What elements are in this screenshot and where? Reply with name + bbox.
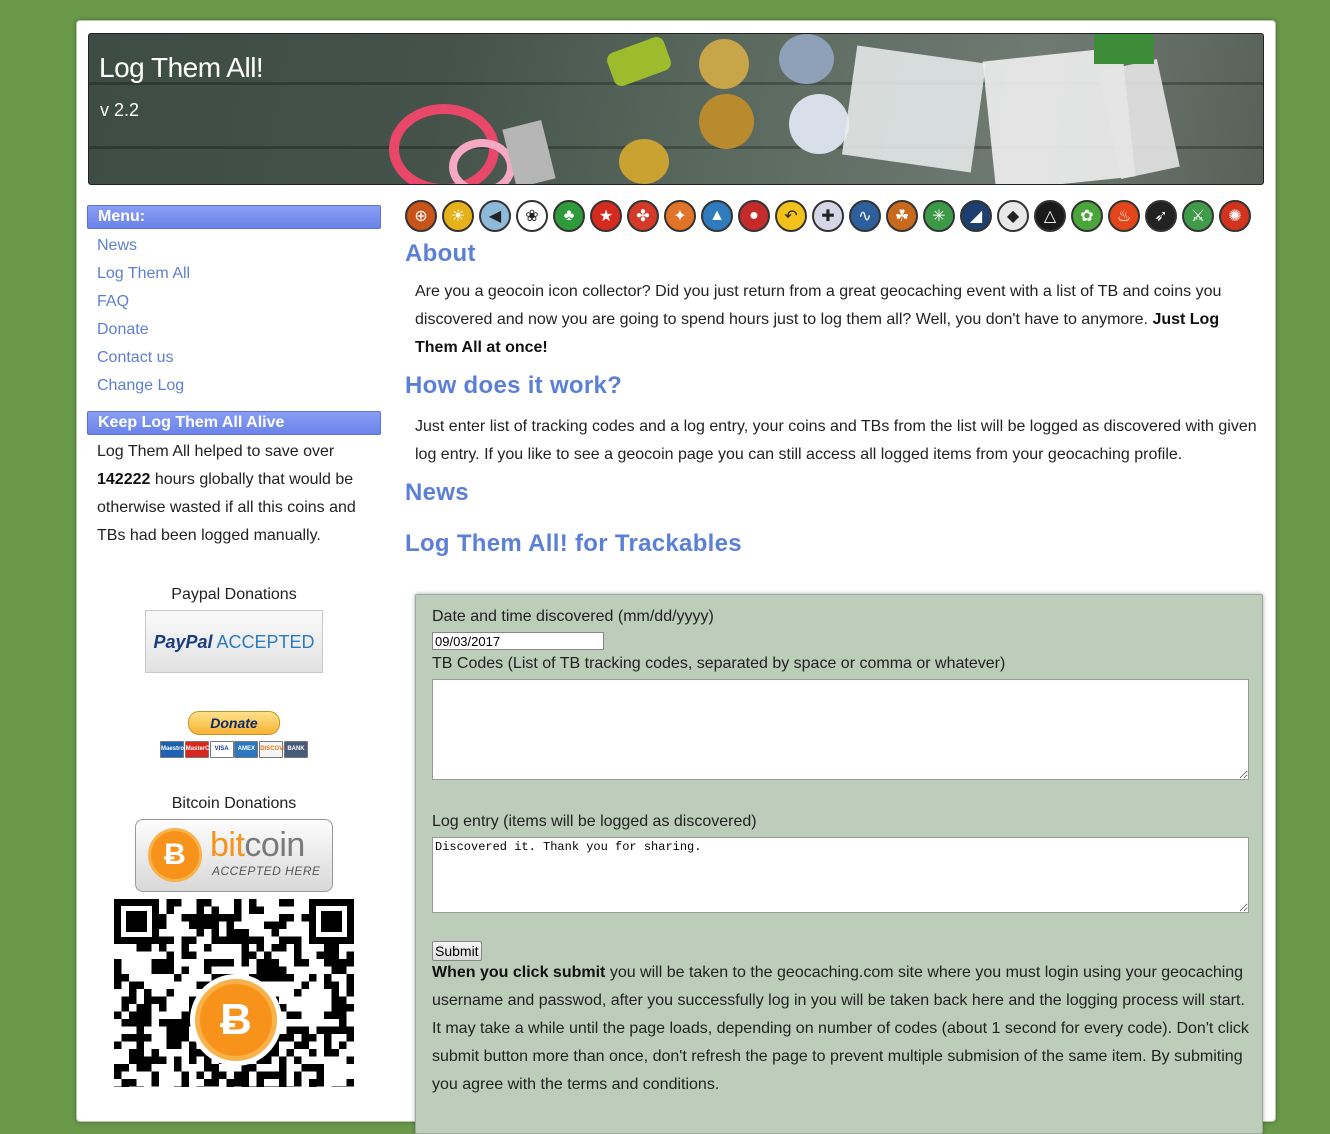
keep-alive-heading: Keep Log Them All Alive — [87, 411, 381, 435]
bitcoin-section: Bitcoin Donations Ƀ bitcoin ACCEPTED HER… — [87, 795, 381, 1087]
discover-card-icon: DISCOVER — [259, 741, 292, 758]
mushroom-icon: ● — [738, 200, 770, 232]
date-label: Date and time discovered (mm/dd/yyyy) — [432, 608, 714, 625]
sunflower-icon: ☀ — [442, 200, 474, 232]
shamrock-icon: ♣ — [553, 200, 585, 232]
crosshair-icon: ⊕ — [405, 200, 437, 232]
banner-coin-image — [699, 39, 749, 89]
road-sign-icon: ↶ — [775, 200, 807, 232]
paypal-donate-button[interactable]: Donate — [188, 711, 280, 735]
palm-icon: ✳ — [923, 200, 955, 232]
rocket-icon: ➶ — [1145, 200, 1177, 232]
wave-icon: ∿ — [849, 200, 881, 232]
amex-card-icon: AMEX — [234, 741, 259, 758]
maestro-card-icon: Maestro — [160, 741, 184, 758]
slovakia-shield-icon: ✚ — [812, 200, 844, 232]
prism-icon: △ — [1034, 200, 1066, 232]
menu-item-contact-us[interactable]: Contact us — [87, 344, 381, 372]
visa-card-icon: VISA — [209, 741, 234, 758]
about-heading: About — [405, 240, 476, 267]
log-entry-label: Log entry (items will be logged as disco… — [432, 813, 757, 830]
header-banner: Log Them All! v 2.2 — [88, 33, 1264, 185]
dragon-icon: ⚔ — [1182, 200, 1214, 232]
orca-icon: ◢ — [960, 200, 992, 232]
bitcoin-wordmark: bitcoin — [210, 826, 305, 865]
paypal-badge-accepted: ACCEPTED — [216, 632, 315, 652]
triskele-icon: ✺ — [1219, 200, 1251, 232]
sidebar-menu: News Log Them All FAQ Donate Contact us … — [87, 232, 381, 400]
log-entry-textarea[interactable]: Discovered it. Thank you for sharing. — [432, 837, 1249, 913]
qr-bitcoin-symbol-icon: Ƀ — [195, 979, 277, 1061]
mastercard-card-icon: MasterCard — [184, 741, 219, 758]
submit-note-text: you will be taken to the geocaching.com … — [432, 964, 1249, 1093]
blue-arrow-icon: ◀ — [479, 200, 511, 232]
compass-star-icon: ✦ — [664, 200, 696, 232]
paypal-donations-label: Paypal Donations — [171, 586, 297, 603]
paypal-badge-brand: PayPal — [153, 632, 213, 652]
submit-note-bold: When you click submit — [432, 964, 606, 981]
bitcoin-logo-icon: Ƀ — [148, 828, 202, 882]
site-version: v 2.2 — [100, 100, 140, 120]
banner-card-image — [1094, 34, 1154, 64]
menu-item-log-them-all[interactable]: Log Them All — [87, 260, 381, 288]
hiker-icon: ▲ — [701, 200, 733, 232]
bitcoin-word-bit: bit — [210, 826, 245, 864]
banner-coin-image — [699, 94, 754, 149]
banner-coin-image — [619, 139, 669, 184]
bitcoin-qr-code: Ƀ — [114, 899, 354, 1087]
bank-card-icon: BANK — [283, 741, 308, 758]
how-it-works-heading: How does it work? — [405, 372, 623, 399]
keep-alive-text-1: Log Them All helped to save over — [97, 443, 335, 460]
bitcoin-word-coin: coin — [244, 826, 305, 864]
geocoin-icon-strip: ⊕ ☀ ◀ ❀ ♣ ★ ✤ ✦ ▲ ● ↶ ✚ ∿ ☘ ✳ ◢ ◆ △ ✿ ♨ ➶ ⚔ ✺ — [405, 196, 1265, 236]
date-input[interactable] — [432, 632, 604, 650]
paypal-section: Paypal Donations PayPal ACCEPTED Donate … — [87, 586, 381, 758]
tb-codes-textarea[interactable] — [432, 679, 1249, 780]
sidebar: Menu: News Log Them All FAQ Donate Conta… — [87, 205, 381, 1087]
flame-icon: ♨ — [1108, 200, 1140, 232]
submit-button[interactable]: Submit — [432, 941, 482, 961]
banner-toy-car-image — [604, 34, 674, 89]
keep-alive-text: Log Them All helped to save over 142222 … — [87, 438, 381, 550]
saved-hours-count: 142222 — [97, 471, 151, 488]
page-container: Log Them All! v 2.2 Menu: News Log Them … — [76, 20, 1276, 1134]
china-flag-icon: ★ — [590, 200, 622, 232]
payment-card-logos: Maestro MasterCard VISA AMEX DISCOVER BA… — [160, 741, 308, 758]
about-text: Are you a geocoin icon collector? Did yo… — [405, 278, 1265, 362]
log-trackables-form: Date and time discovered (mm/dd/yyyy) TB… — [415, 594, 1263, 1134]
how-it-works-text: Just enter list of tracking codes and a … — [415, 418, 1257, 463]
banner-coin-image — [779, 34, 834, 84]
bp-flower-icon: ✿ — [1071, 200, 1103, 232]
menu-item-change-log[interactable]: Change Log — [87, 372, 381, 400]
banner-paper-note-image — [841, 45, 987, 173]
paw-icon: ❀ — [516, 200, 548, 232]
bitcoin-accepted-badge: Ƀ bitcoin ACCEPTED HERE — [135, 819, 333, 892]
trackables-form-heading: Log Them All! for Trackables — [405, 530, 742, 557]
qr-bitcoin-logo: Ƀ — [190, 974, 282, 1066]
main-content: ⊕ ☀ ◀ ❀ ♣ ★ ✤ ✦ ▲ ● ↶ ✚ ∿ ☘ ✳ ◢ ◆ △ ✿ ♨ ➶ ⚔ ✺ About Are you a … — [405, 196, 1265, 1134]
submit-note: When you click submit you will be taken … — [432, 959, 1252, 1099]
menu-heading: Menu: — [87, 205, 381, 229]
menu-item-donate[interactable]: Donate — [87, 316, 381, 344]
maple-leaf-icon: ☘ — [886, 200, 918, 232]
menu-item-news[interactable]: News — [87, 232, 381, 260]
news-heading: News — [405, 479, 469, 506]
paypal-accepted-badge: PayPal ACCEPTED — [145, 610, 323, 673]
canada-flag-icon: ✤ — [627, 200, 659, 232]
bitcoin-accepted-here-text: ACCEPTED HERE — [212, 864, 321, 878]
tb-codes-label: TB Codes (List of TB tracking codes, sep… — [432, 655, 1006, 672]
penguin-icon: ◆ — [997, 200, 1029, 232]
about-description: Are you a geocoin icon collector? Did yo… — [415, 283, 1222, 328]
site-title: Log Them All! — [99, 52, 264, 83]
bitcoin-donations-label: Bitcoin Donations — [171, 795, 297, 812]
menu-item-faq[interactable]: FAQ — [87, 288, 381, 316]
banner-coin-image — [789, 94, 849, 154]
